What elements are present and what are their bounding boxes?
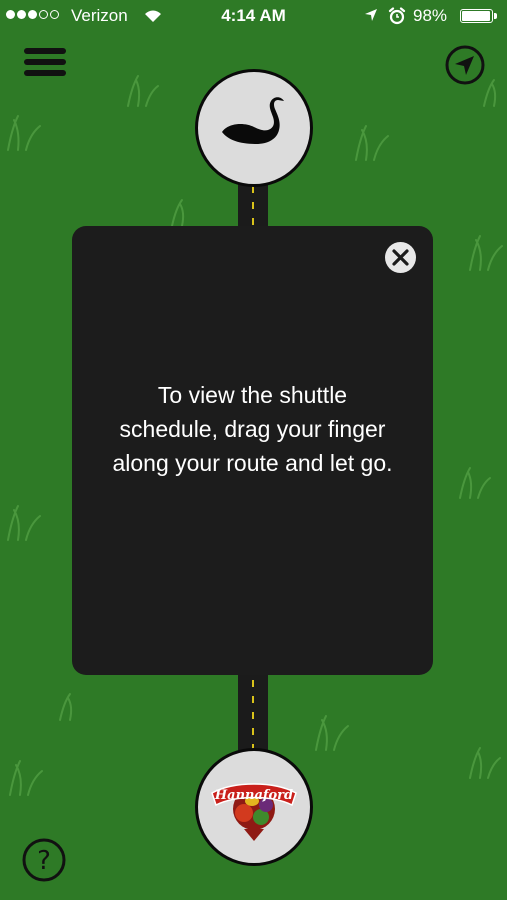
help-icon-glyph: ?	[37, 846, 51, 876]
help-icon[interactable]: ?	[21, 837, 67, 883]
location-arrow-icon[interactable]	[444, 44, 486, 86]
instruction-modal: To view the shuttle schedule, drag your …	[72, 226, 433, 675]
battery-terminal	[494, 13, 497, 19]
menu-bar	[24, 59, 66, 65]
battery-icon	[460, 9, 493, 23]
swan-icon	[222, 97, 284, 144]
close-icon[interactable]	[384, 241, 417, 274]
route-stop-start[interactable]	[195, 69, 313, 187]
hannaford-logo-text: Hannaford	[214, 788, 293, 803]
battery-percentage: 98%	[413, 6, 448, 25]
hannaford-logo: Hannaford	[211, 783, 297, 841]
menu-bar	[24, 70, 66, 76]
route-center-line	[252, 680, 254, 750]
battery-level-fill	[462, 11, 491, 21]
hamburger-menu-icon[interactable]	[22, 44, 68, 80]
alarm-clock-icon	[388, 7, 406, 25]
route-center-line	[252, 186, 254, 226]
route-stop-end[interactable]: Hannaford	[195, 748, 313, 866]
modal-message: To view the shuttle schedule, drag your …	[112, 382, 393, 476]
menu-bar	[24, 48, 66, 54]
status-bar: Verizon 4:14 AM 98%	[0, 0, 507, 36]
location-arrow-icon	[365, 9, 377, 21]
